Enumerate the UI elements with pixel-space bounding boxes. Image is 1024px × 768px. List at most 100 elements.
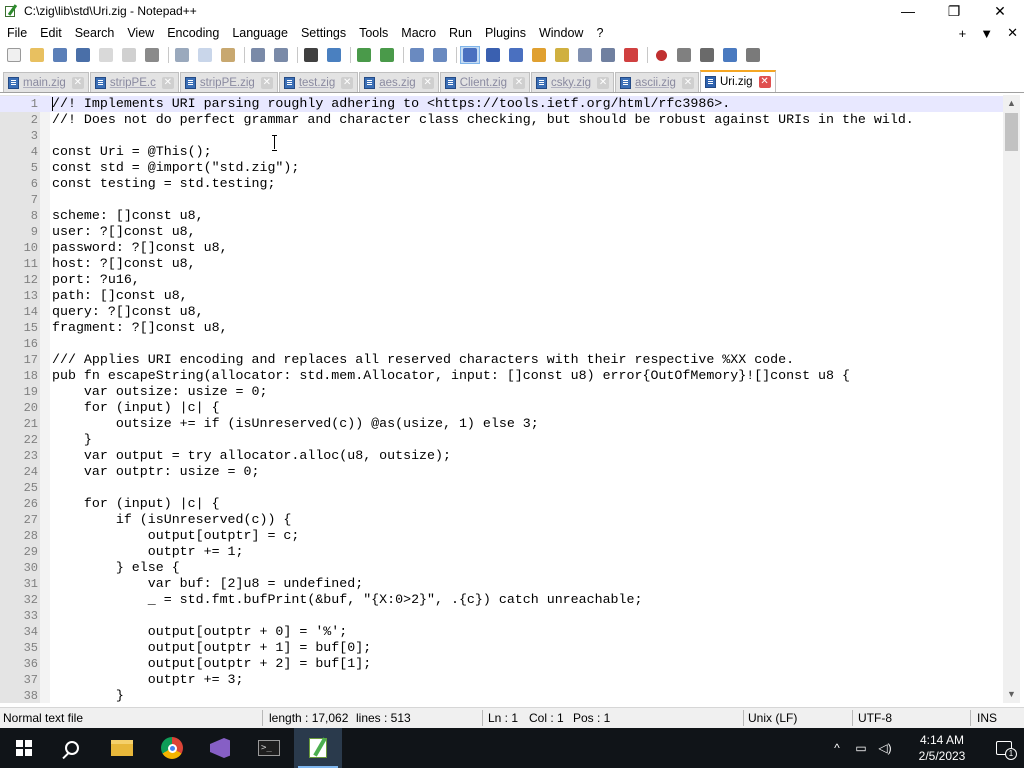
code-text[interactable]: path: []const u8, xyxy=(52,288,188,304)
code-line[interactable]: 9 user: ?[]const u8, xyxy=(0,224,1003,240)
network-icon[interactable]: ▭ xyxy=(852,728,870,768)
code-text[interactable]: output[outptr] = c; xyxy=(52,528,300,544)
scroll-up-arrow[interactable]: ▲ xyxy=(1003,95,1020,112)
tab-uri-zig[interactable]: Uri.zig ✕ xyxy=(699,70,776,92)
scroll-thumb[interactable] xyxy=(1005,113,1018,151)
code-line[interactable]: 26 for (input) |c| { xyxy=(0,496,1003,512)
tab-test-zig[interactable]: test.zig ✕ xyxy=(278,72,359,92)
code-text[interactable]: fragment: ?[]const u8, xyxy=(52,320,228,336)
code-text[interactable]: scheme: []const u8, xyxy=(52,208,204,224)
code-text[interactable]: _ = std.fmt.bufPrint(&buf, "{X:0>2}", .{… xyxy=(52,592,643,608)
tab-aes-zig[interactable]: aes.zig ✕ xyxy=(359,72,439,92)
code-text[interactable]: outptr += 3; xyxy=(52,672,244,688)
tray-overflow-chevron[interactable]: ^ xyxy=(828,728,846,768)
code-text[interactable]: user: ?[]const u8, xyxy=(52,224,196,240)
document-list-button[interactable] xyxy=(598,46,618,64)
code-line[interactable]: 37 outptr += 3; xyxy=(0,672,1003,688)
code-line[interactable]: 17 /// Applies URI encoding and replaces … xyxy=(0,352,1003,368)
code-line[interactable]: 27 if (isUnreserved(c)) { xyxy=(0,512,1003,528)
code-line[interactable]: 38 } xyxy=(0,688,1003,702)
tab-client-zig[interactable]: Client.zig ✕ xyxy=(439,72,530,92)
code-line[interactable]: 35 output[outptr + 1] = buf[0]; xyxy=(0,640,1003,656)
menu-macro[interactable]: Macro xyxy=(394,26,442,40)
code-text[interactable]: for (input) |c| { xyxy=(52,496,220,512)
tab-close-icon[interactable]: ✕ xyxy=(341,76,354,89)
menu-help[interactable]: ? xyxy=(589,26,609,40)
tab-close-icon[interactable]: ✕ xyxy=(421,76,434,89)
menu-tools[interactable]: Tools xyxy=(352,26,394,40)
open-file-button[interactable] xyxy=(27,46,47,64)
code-area[interactable]: 1 //! Implements URI parsing roughly adhe… xyxy=(0,96,1003,702)
redo-button[interactable] xyxy=(271,46,291,64)
code-line[interactable]: 29 outptr += 1; xyxy=(0,544,1003,560)
run-macro-multiple-button[interactable] xyxy=(720,46,740,64)
code-text[interactable]: password: ?[]const u8, xyxy=(52,240,228,256)
close-all-button[interactable] xyxy=(119,46,139,64)
monitoring-button[interactable] xyxy=(621,46,641,64)
code-line[interactable]: 11 host: ?[]const u8, xyxy=(0,256,1003,272)
code-line[interactable]: 5 const std = @import("std.zig"); xyxy=(0,160,1003,176)
status-encoding[interactable]: UTF-8 xyxy=(858,711,892,725)
save-all-button[interactable] xyxy=(73,46,93,64)
menu-run[interactable]: Run xyxy=(442,26,478,40)
taskbar-search-button[interactable] xyxy=(48,728,96,768)
replace-button[interactable] xyxy=(324,46,344,64)
sync-vertical-button[interactable] xyxy=(407,46,427,64)
code-text[interactable]: outptr += 1; xyxy=(52,544,244,560)
code-line[interactable]: 32 _ = std.fmt.bufPrint(&buf, "{X:0>2}",… xyxy=(0,592,1003,608)
menu-plugins[interactable]: Plugins xyxy=(478,26,532,40)
document-map-button[interactable] xyxy=(529,46,549,64)
menu-settings[interactable]: Settings xyxy=(294,26,352,40)
record-macro-button[interactable] xyxy=(651,46,671,64)
tab-close-icon[interactable]: ✕ xyxy=(71,76,84,89)
tab-ascii-zig[interactable]: ascii.zig ✕ xyxy=(615,72,699,92)
code-line[interactable]: 18 pub fn escapeString(allocator: std.mem… xyxy=(0,368,1003,384)
code-line[interactable]: 24 var outptr: usize = 0; xyxy=(0,464,1003,480)
tab-close-icon[interactable]: ✕ xyxy=(597,76,610,89)
zoom-in-button[interactable] xyxy=(354,46,374,64)
paste-button[interactable] xyxy=(218,46,238,64)
play-macro-button[interactable] xyxy=(697,46,717,64)
code-text[interactable]: var output = try allocator.alloc(u8, out… xyxy=(52,448,451,464)
menu-search[interactable]: Search xyxy=(68,26,121,40)
taskbar-file-explorer[interactable] xyxy=(98,728,146,768)
function-list-button[interactable] xyxy=(552,46,572,64)
taskbar-terminal[interactable]: >_ xyxy=(245,728,293,768)
code-text[interactable]: var buf: [2]u8 = undefined; xyxy=(52,576,363,592)
code-line[interactable]: 20 for (input) |c| { xyxy=(0,400,1003,416)
code-text[interactable]: host: ?[]const u8, xyxy=(52,256,196,272)
new-file-button[interactable] xyxy=(4,46,24,64)
code-line[interactable]: 3 xyxy=(0,128,1003,144)
menu-window[interactable]: Window xyxy=(532,26,589,40)
tab-strippe-zig[interactable]: stripPE.zig ✕ xyxy=(179,72,278,92)
save-macro-button[interactable] xyxy=(743,46,763,64)
new-tab-plus-button[interactable]: + xyxy=(959,26,967,41)
scroll-down-arrow[interactable]: ▼ xyxy=(1003,686,1020,703)
code-line[interactable]: 34 output[outptr + 0] = '%'; xyxy=(0,624,1003,640)
close-document-button[interactable]: ✕ xyxy=(1007,25,1018,41)
find-button[interactable] xyxy=(301,46,321,64)
code-text[interactable]: for (input) |c| { xyxy=(52,400,220,416)
tab-close-icon[interactable]: ✕ xyxy=(260,76,273,89)
tab-list-dropdown-button[interactable]: ▼ xyxy=(980,26,993,41)
code-text[interactable]: output[outptr + 2] = buf[1]; xyxy=(52,656,371,672)
folder-workspace-button[interactable] xyxy=(575,46,595,64)
taskbar-notepad-plus-plus[interactable] xyxy=(294,728,342,768)
close-window-button[interactable]: ✕ xyxy=(977,0,1023,22)
sync-horizontal-button[interactable] xyxy=(430,46,450,64)
vertical-scrollbar[interactable]: ▲ ▼ xyxy=(1003,95,1020,703)
cut-button[interactable] xyxy=(172,46,192,64)
code-line[interactable]: 23 var output = try allocator.alloc(u8, … xyxy=(0,448,1003,464)
show-all-chars-button[interactable] xyxy=(483,46,503,64)
code-line[interactable]: 22 } xyxy=(0,432,1003,448)
code-line[interactable]: 19 var outsize: usize = 0; xyxy=(0,384,1003,400)
code-line[interactable]: 8 scheme: []const u8, xyxy=(0,208,1003,224)
print-button[interactable] xyxy=(142,46,162,64)
minimize-button[interactable]: — xyxy=(885,0,931,22)
code-line[interactable]: 25 xyxy=(0,480,1003,496)
action-center-button[interactable]: 1 xyxy=(984,728,1024,768)
tab-close-icon[interactable]: ✕ xyxy=(758,76,771,88)
stop-record-button[interactable] xyxy=(674,46,694,64)
code-line[interactable]: 30 } else { xyxy=(0,560,1003,576)
indent-guide-button[interactable] xyxy=(506,46,526,64)
